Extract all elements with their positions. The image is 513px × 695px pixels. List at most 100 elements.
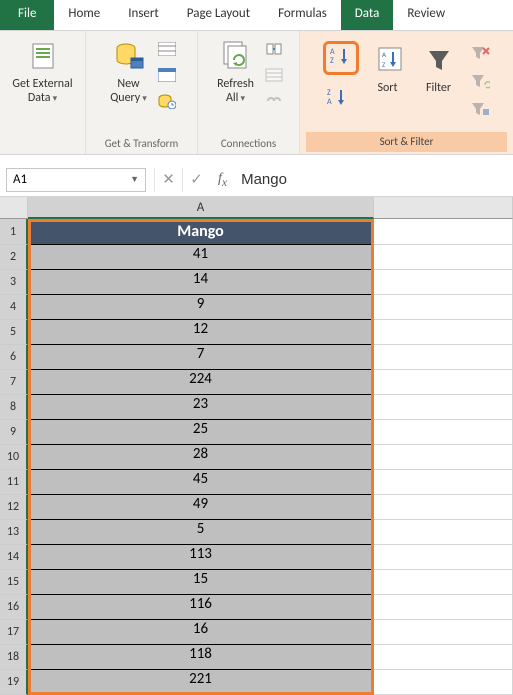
cell[interactable] [374,670,513,695]
cell[interactable]: 118 [28,645,374,670]
menu-page-layout[interactable]: Page Layout [173,0,264,30]
cell[interactable]: 14 [28,270,374,295]
cell[interactable]: 45 [28,470,374,495]
group-label-get-transform: Get & Transform [92,136,191,152]
cell[interactable] [374,445,513,470]
menu-file[interactable]: File [0,0,54,30]
row-header[interactable]: 2 [0,245,28,270]
menubar: File Home Insert Page Layout Formulas Da… [0,0,513,30]
edit-links-icon[interactable] [263,91,285,111]
menu-review[interactable]: Review [393,0,459,30]
cell[interactable]: Mango [28,219,374,245]
cell[interactable]: 116 [28,595,374,620]
cell[interactable] [374,320,513,345]
row-header[interactable]: 14 [0,545,28,570]
column-header-b[interactable] [374,197,513,219]
row-header[interactable]: 12 [0,495,28,520]
cell[interactable] [374,495,513,520]
cell[interactable]: 7 [28,345,374,370]
cell[interactable] [374,395,513,420]
new-query-button[interactable]: New Query [104,35,154,110]
cell[interactable]: 12 [28,320,374,345]
cell[interactable]: 23 [28,395,374,420]
enter-formula-icon[interactable]: ✓ [182,168,210,192]
sort-descending-button[interactable]: ZA [323,85,359,113]
cell[interactable] [374,270,513,295]
menu-home[interactable]: Home [54,0,114,30]
row-header[interactable]: 1 [0,219,28,245]
formula-input[interactable] [235,168,513,192]
group-connections: Refresh All Connections [198,31,300,154]
cell[interactable]: 9 [28,295,374,320]
column-header-a[interactable]: A [28,197,374,219]
cell[interactable]: 113 [28,545,374,570]
name-box-value: A1 [13,172,27,187]
row-header[interactable]: 13 [0,520,28,545]
group-get-transform: New Query Get & Transform [86,31,198,154]
sort-button[interactable]: AZ Sort [365,39,411,99]
connections-icon[interactable] [263,39,285,59]
cell[interactable]: 41 [28,245,374,270]
recent-sources-icon[interactable] [156,91,178,111]
filter-button[interactable]: Filter [415,39,463,99]
cell[interactable]: 221 [28,670,374,695]
row-header[interactable]: 8 [0,395,28,420]
row-header[interactable]: 15 [0,570,28,595]
cell[interactable] [374,295,513,320]
cell[interactable] [374,545,513,570]
cell[interactable] [374,520,513,545]
from-table-icon[interactable] [156,65,178,85]
cell[interactable]: 16 [28,620,374,645]
row-header[interactable]: 10 [0,445,28,470]
select-all-corner[interactable] [0,197,28,219]
cell[interactable]: 5 [28,520,374,545]
cell[interactable] [374,645,513,670]
sort-ascending-button[interactable]: AZ [323,41,359,75]
cell[interactable] [374,595,513,620]
filter-label: Filter [426,81,451,95]
row-header[interactable]: 11 [0,470,28,495]
cell[interactable]: 15 [28,570,374,595]
refresh-all-button[interactable]: Refresh All [211,35,261,110]
menu-formulas[interactable]: Formulas [264,0,341,30]
name-box-dropdown-icon[interactable]: ▼ [130,174,139,185]
cell[interactable]: 224 [28,370,374,395]
row-header[interactable]: 9 [0,420,28,445]
cell[interactable] [374,245,513,270]
show-queries-icon[interactable] [156,39,178,59]
row-header[interactable]: 18 [0,645,28,670]
group-sort-filter: AZ ZA AZ Sort Filter [300,31,513,154]
sort-icon: AZ [371,43,405,77]
cell[interactable]: 49 [28,495,374,520]
ribbon: Get External Data New Query Get & Transf… [0,30,513,155]
sort-label: Sort [377,81,397,95]
menu-insert[interactable]: Insert [114,0,173,30]
cell[interactable] [374,345,513,370]
cell[interactable] [374,620,513,645]
cell[interactable]: 28 [28,445,374,470]
svg-text:Z: Z [330,56,334,66]
row-header[interactable]: 6 [0,345,28,370]
cell[interactable]: 25 [28,420,374,445]
fx-icon[interactable]: fx [210,171,235,189]
row-header[interactable]: 17 [0,620,28,645]
advanced-filter-icon[interactable] [469,99,491,119]
menu-data[interactable]: Data [341,0,394,30]
name-box[interactable]: A1 ▼ [6,168,146,192]
row-header[interactable]: 7 [0,370,28,395]
reapply-filter-icon[interactable] [469,71,491,91]
cancel-formula-icon[interactable]: ✕ [154,168,182,192]
cell[interactable] [374,219,513,245]
row-header[interactable]: 19 [0,670,28,695]
row-header[interactable]: 4 [0,295,28,320]
clear-filter-icon[interactable] [469,43,491,63]
cell[interactable] [374,370,513,395]
properties-icon[interactable] [263,65,285,85]
cell[interactable] [374,470,513,495]
get-external-data-button[interactable]: Get External Data [6,35,78,110]
cell[interactable] [374,570,513,595]
row-header[interactable]: 5 [0,320,28,345]
row-header[interactable]: 16 [0,595,28,620]
row-header[interactable]: 3 [0,270,28,295]
cell[interactable] [374,420,513,445]
